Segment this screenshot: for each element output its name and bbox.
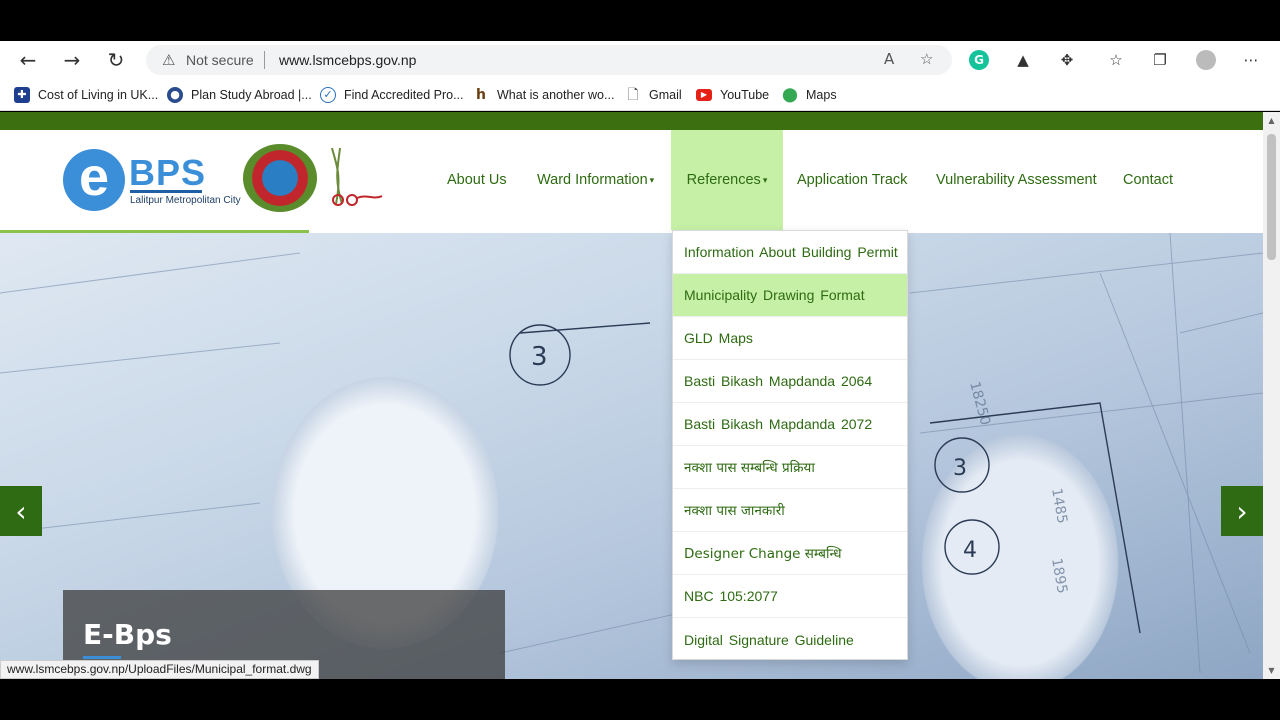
dropdown-item-municipality-drawing-format[interactable]: Municipality Drawing Format bbox=[673, 274, 907, 317]
page-scrollbar[interactable]: ▲ ▼ bbox=[1263, 112, 1280, 679]
svg-text:3: 3 bbox=[531, 342, 548, 372]
bookmark-label: Gmail bbox=[649, 88, 682, 102]
reload-icon[interactable]: ↻ bbox=[102, 47, 130, 73]
bookmark-plan-study-abroad[interactable]: ● Plan Study Abroad |... bbox=[167, 86, 312, 104]
bookmark-label: Cost of Living in UK... bbox=[38, 88, 159, 102]
top-green-strip bbox=[0, 112, 1263, 130]
bookmark-cost-of-living[interactable]: ✚ Cost of Living in UK... bbox=[14, 86, 158, 104]
hero-slider: 3 3 4 1485 1895 18250 ‹ › E-Bps bbox=[0, 233, 1263, 679]
nav-label: References bbox=[686, 172, 761, 188]
logo-e-icon: e bbox=[63, 149, 125, 211]
logo-underline bbox=[130, 190, 202, 193]
extensions-puzzle-icon[interactable]: ✥ bbox=[1057, 50, 1077, 70]
grammarly-icon[interactable]: G bbox=[969, 50, 989, 70]
uk-flag-icon: ✚ bbox=[14, 87, 30, 103]
read-aloud-icon[interactable]: A bbox=[884, 50, 894, 68]
nav-ward-information[interactable]: Ward Information ▾ bbox=[537, 130, 654, 230]
bookmark-label: YouTube bbox=[720, 88, 770, 102]
scroll-down-icon[interactable]: ▼ bbox=[1263, 662, 1280, 679]
warning-icon: ⚠ bbox=[162, 51, 176, 69]
bookmarks-bar: ✚ Cost of Living in UK... ● Plan Study A… bbox=[0, 79, 1280, 111]
profile-avatar-icon[interactable] bbox=[1196, 50, 1216, 70]
caption-title: E-Bps bbox=[83, 618, 172, 651]
svg-text:4: 4 bbox=[963, 538, 977, 563]
caption-underline bbox=[83, 656, 121, 659]
bookmark-youtube[interactable]: ▶ YouTube bbox=[696, 86, 769, 104]
slider-prev-button[interactable]: ‹ bbox=[0, 486, 42, 536]
nav-label: Vulnerability Assessment bbox=[936, 172, 1097, 188]
dropdown-item-digital-signature[interactable]: Digital Signature Guideline bbox=[673, 618, 907, 661]
caret-down-icon: ▾ bbox=[649, 174, 655, 185]
nav-label: About Us bbox=[447, 172, 507, 188]
svg-text:3: 3 bbox=[953, 456, 967, 481]
svg-text:1895: 1895 bbox=[1048, 557, 1070, 595]
security-label: Not secure bbox=[186, 52, 254, 68]
dropdown-item-nbc[interactable]: NBC 105:2077 bbox=[673, 575, 907, 618]
screen-bottom-border bbox=[0, 679, 1280, 720]
dropdown-item-building-permit[interactable]: Information About Building Permit bbox=[673, 231, 907, 274]
bookmark-find-accredited[interactable]: ✓ Find Accredited Pro... bbox=[320, 86, 464, 104]
nav-contact[interactable]: Contact bbox=[1123, 130, 1173, 230]
nav-about-us[interactable]: About Us bbox=[447, 130, 507, 230]
logo-name: BPS bbox=[129, 152, 207, 193]
back-icon[interactable]: ← bbox=[14, 47, 42, 73]
scroll-up-icon[interactable]: ▲ bbox=[1263, 112, 1280, 129]
document-icon: 🗋 bbox=[627, 87, 639, 103]
scroll-thumb[interactable] bbox=[1267, 134, 1276, 260]
link-status-url: www.lsmcebps.gov.np/UploadFiles/Municipa… bbox=[0, 660, 319, 679]
nav-label: Contact bbox=[1123, 172, 1173, 188]
screen-top-border bbox=[0, 0, 1280, 41]
dropdown-item-designer-change[interactable]: Designer Change सम्बन्धि bbox=[673, 532, 907, 575]
page-viewport: e BPS Lalitpur Metropolitan City About U… bbox=[0, 112, 1263, 679]
bookmark-label: Find Accredited Pro... bbox=[344, 88, 464, 102]
favorite-star-icon[interactable]: ☆ bbox=[920, 50, 933, 68]
nav-label: Application Track bbox=[797, 172, 908, 188]
site-header: e BPS Lalitpur Metropolitan City About U… bbox=[0, 130, 1263, 230]
dropdown-item-basti-2072[interactable]: Basti Bikash Mapdanda 2072 bbox=[673, 403, 907, 446]
nav-references[interactable]: References ▾ bbox=[671, 130, 783, 230]
maps-pin-icon: ⬤ bbox=[782, 87, 798, 103]
dropdown-item-naksha-jankari[interactable]: नक्शा पास जानकारी bbox=[673, 489, 907, 532]
logo-subtitle: Lalitpur Metropolitan City bbox=[130, 195, 241, 206]
url-text[interactable]: www.lsmcebps.gov.np bbox=[279, 52, 416, 68]
extension-badge-icon[interactable]: ▲ bbox=[1013, 50, 1033, 70]
youtube-icon: ▶ bbox=[696, 89, 712, 101]
nav-application-track[interactable]: Application Track bbox=[797, 130, 907, 230]
bookmark-gmail[interactable]: 🗋 Gmail bbox=[625, 86, 682, 104]
bookmark-what-is-another[interactable]: h What is another wo... bbox=[473, 86, 614, 104]
svg-text:18250: 18250 bbox=[966, 380, 993, 427]
badge-icon: ✓ bbox=[320, 87, 336, 103]
ribbon-scissors-icon bbox=[331, 147, 383, 206]
address-divider bbox=[264, 51, 265, 69]
globe-icon: ● bbox=[167, 87, 183, 103]
address-bar[interactable]: ⚠ Not secure www.lsmcebps.gov.np A ☆ bbox=[146, 45, 952, 75]
nav-label: Ward Information bbox=[537, 172, 648, 188]
browser-toolbar: ← → ↻ ⚠ Not secure www.lsmcebps.gov.np A… bbox=[0, 41, 1280, 79]
bookmark-label: Maps bbox=[806, 88, 837, 102]
nav-vulnerability-assessment[interactable]: Vulnerability Assessment bbox=[936, 130, 1097, 230]
slider-next-button[interactable]: › bbox=[1221, 486, 1263, 536]
nepal-emblem-icon bbox=[243, 144, 317, 212]
more-menu-icon[interactable]: ⋯ bbox=[1241, 50, 1261, 70]
favorites-icon[interactable]: ☆ bbox=[1106, 50, 1126, 70]
bookmark-label: Plan Study Abroad |... bbox=[191, 88, 312, 102]
dropdown-item-naksha-prakriya[interactable]: नक्शा पास सम्बन्धि प्रक्रिया bbox=[673, 446, 907, 489]
references-dropdown: Information About Building Permit Munici… bbox=[672, 230, 908, 660]
bookmark-label: What is another wo... bbox=[497, 88, 615, 102]
h-icon: h bbox=[476, 87, 486, 103]
caret-down-icon: ▾ bbox=[762, 174, 768, 185]
collections-icon[interactable]: ❐ bbox=[1150, 50, 1170, 70]
svg-text:1485: 1485 bbox=[1048, 487, 1070, 525]
bookmark-maps[interactable]: ⬤ Maps bbox=[782, 86, 837, 104]
dropdown-item-basti-2064[interactable]: Basti Bikash Mapdanda 2064 bbox=[673, 360, 907, 403]
forward-icon[interactable]: → bbox=[58, 47, 86, 73]
dropdown-item-gld-maps[interactable]: GLD Maps bbox=[673, 317, 907, 360]
